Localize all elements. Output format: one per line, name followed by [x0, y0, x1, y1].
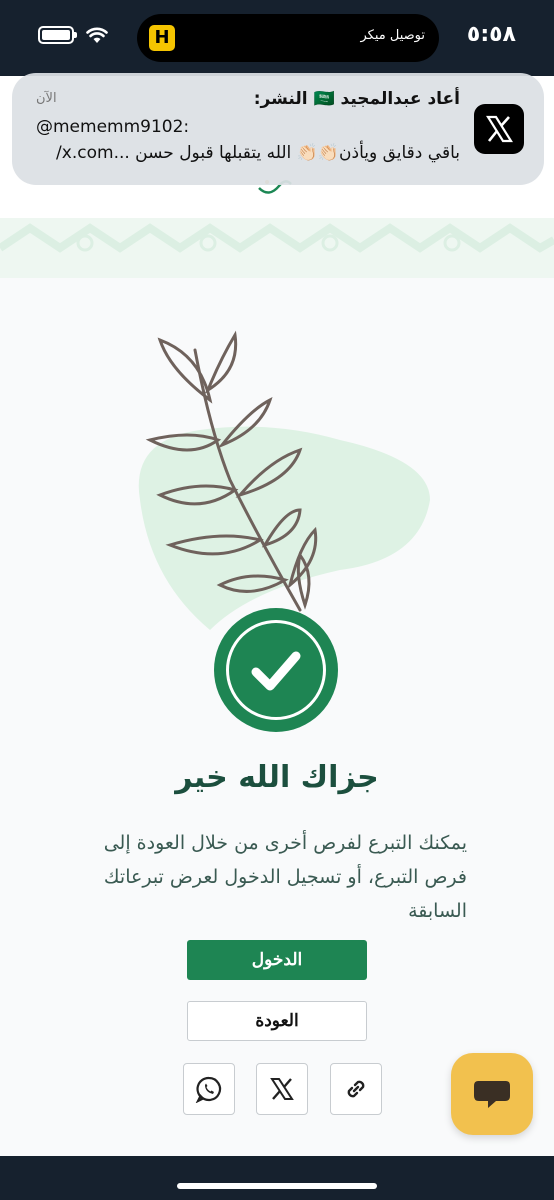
island-text: توصيل ميكر [360, 28, 425, 43]
x-icon [270, 1078, 294, 1100]
chat-bubble-icon [474, 1081, 510, 1108]
home-indicator [177, 1183, 377, 1189]
notification-title: أعاد عبدالمجيد 🇸🇦 النشر: [253, 89, 460, 109]
share-link-button[interactable] [330, 1063, 382, 1115]
status-time: ٥:٥٨ [466, 22, 516, 47]
page-description: يمكنك التبرع لفرص أخرى من خلال العودة إل… [103, 832, 467, 922]
chat-support-button[interactable] [451, 1053, 533, 1135]
battery-icon [38, 26, 77, 44]
status-icons [38, 26, 108, 44]
notification-banner[interactable]: أعاد عبدالمجيد 🇸🇦 النشر: الآن @mememm910… [12, 73, 544, 185]
olive-branch-illustration [138, 330, 430, 630]
link-icon [347, 1080, 365, 1098]
notification-body: باقي دقايق ويأذن👏🏻👏🏻 الله يتقبلها قبول ح… [56, 143, 460, 163]
back-button[interactable]: العودة [187, 1001, 367, 1041]
whatsapp-icon [195, 1076, 222, 1103]
bottom-bar [0, 1156, 554, 1200]
share-x-button[interactable] [256, 1063, 308, 1115]
decorative-pattern [0, 218, 554, 278]
wifi-icon [86, 27, 108, 43]
checkmark-icon [251, 651, 301, 691]
login-button[interactable]: الدخول [187, 940, 367, 980]
notification-handle: @mememm9102: [36, 117, 190, 137]
success-check-badge [214, 608, 338, 732]
page-title: جزاك الله خير [175, 760, 379, 795]
share-whatsapp-button[interactable] [183, 1063, 235, 1115]
status-bar: H توصيل ميكر ٥:٥٨ [0, 0, 554, 76]
notification-time: الآن [36, 91, 57, 106]
dynamic-island: H توصيل ميكر [137, 14, 439, 62]
x-app-icon [474, 104, 524, 154]
app-logo-icon: H [149, 25, 175, 51]
